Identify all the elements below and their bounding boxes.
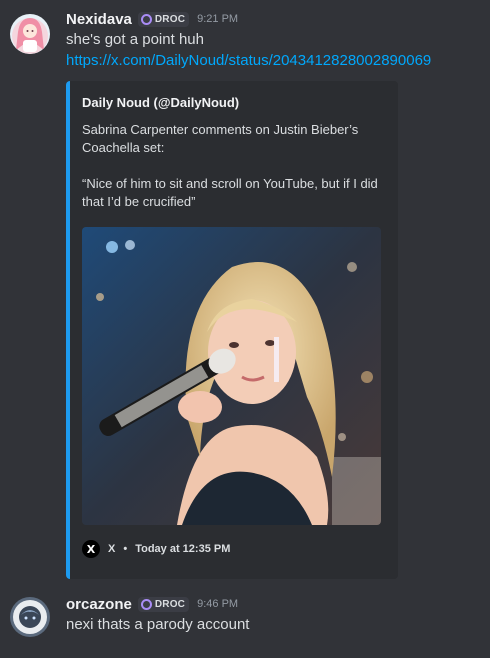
- embed-image[interactable]: [82, 227, 381, 525]
- link-embed: Daily Noud (@DailyNoud) Sabrina Carpente…: [66, 81, 398, 579]
- x-logo-icon: X: [82, 540, 100, 558]
- avatar-image: [10, 597, 50, 637]
- embed-footer: X X • Today at 12:35 PM: [82, 539, 230, 559]
- embed-description-line: Sabrina Carpenter comments on Justin Bie…: [82, 122, 359, 155]
- embed-photo: [82, 227, 381, 525]
- server-tag-label: DROC: [154, 13, 186, 25]
- avatar-image: [10, 14, 50, 54]
- server-tag-badge[interactable]: DROC: [137, 11, 190, 27]
- avatar[interactable]: [10, 597, 50, 637]
- server-tag-badge[interactable]: DROC: [137, 596, 190, 612]
- server-tag-label: DROC: [154, 598, 186, 610]
- chat-log: Nexidava DROC 9:21 PM she's got a point …: [0, 0, 490, 658]
- avatar[interactable]: [10, 14, 50, 54]
- droc-badge-icon: [140, 13, 152, 25]
- username[interactable]: orcazone: [66, 596, 132, 613]
- embed-description: Sabrina Carpenter comments on Justin Bie…: [82, 121, 382, 229]
- message-timestamp[interactable]: 9:21 PM: [197, 13, 238, 25]
- embed-footer-time: Today at 12:35 PM: [135, 543, 231, 555]
- embed-author[interactable]: Daily Noud (@DailyNoud): [82, 95, 239, 110]
- message-link[interactable]: https://x.com/DailyNoud/status/204341282…: [66, 50, 478, 72]
- message-timestamp[interactable]: 9:46 PM: [197, 598, 238, 610]
- username[interactable]: Nexidava: [66, 11, 132, 28]
- message-text: nexi thats a parody account: [66, 616, 250, 633]
- embed-footer-source: X: [108, 543, 116, 555]
- footer-separator: •: [123, 543, 128, 555]
- droc-badge-icon: [140, 598, 152, 610]
- embed-description-quote: “Nice of him to sit and scroll on YouTub…: [82, 176, 378, 209]
- message-text: she's got a point huh: [66, 31, 204, 48]
